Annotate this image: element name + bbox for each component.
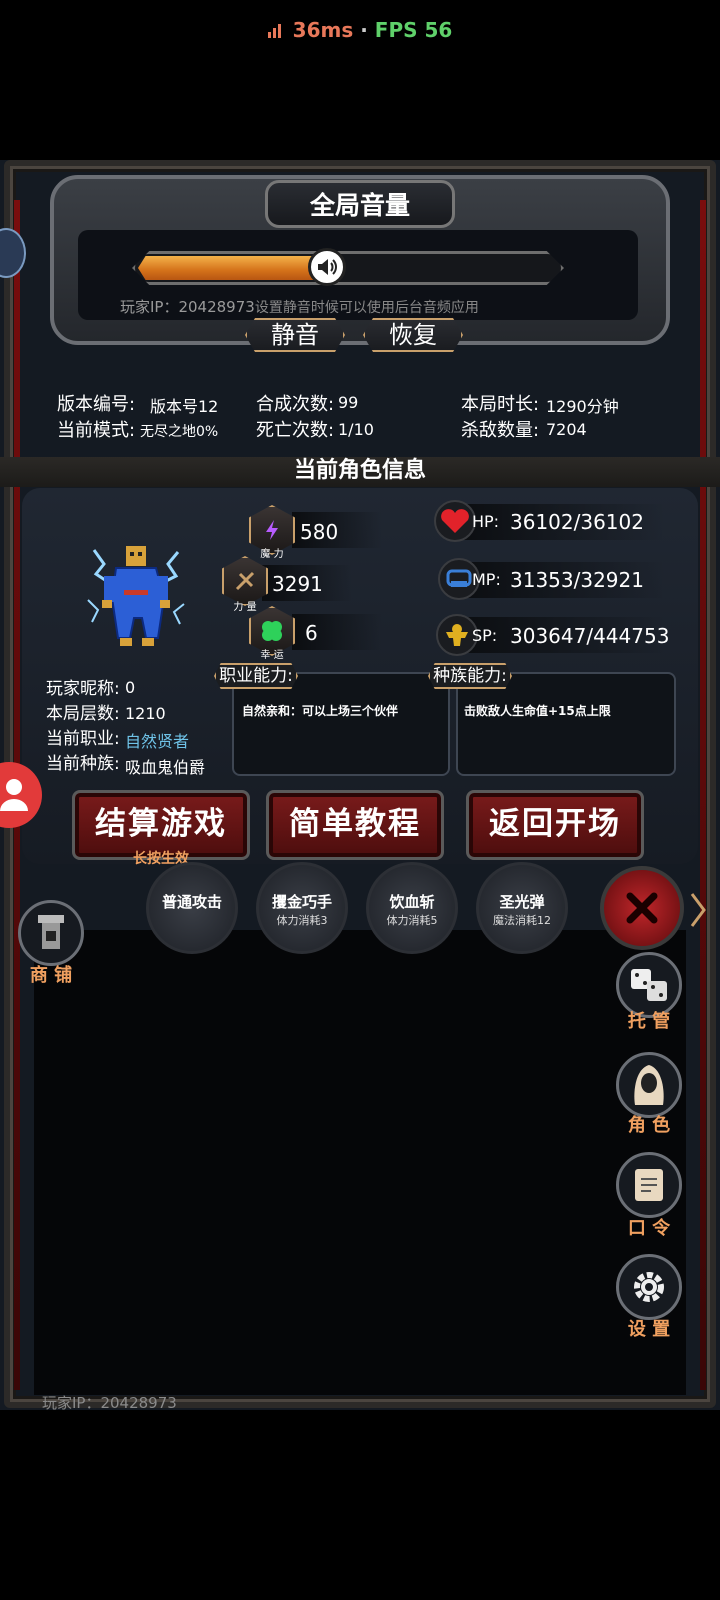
skill-holy-bolt[interactable]: 圣光弹 魔法消耗12 [476, 862, 568, 954]
user-icon [0, 779, 28, 811]
death-label: 死亡次数: [256, 420, 335, 441]
right-red-edge [700, 200, 706, 1390]
mute-hint-text: 设置静音时候可以使用后台音频应用 [254, 300, 479, 316]
shop-icon [38, 915, 64, 949]
skill-cost: 魔法消耗12 [493, 914, 551, 927]
kills-label: 杀敌数量: [461, 420, 540, 441]
code-button[interactable] [616, 1152, 682, 1218]
tutorial-button[interactable]: 简单教程 [266, 790, 444, 860]
sp-value: 303647/444753 [510, 624, 670, 648]
shop-label: 商 铺 [29, 965, 73, 986]
craft-value: 99 [338, 393, 359, 412]
network-status: 36ms · FPS 56 [0, 18, 720, 58]
role-button[interactable] [616, 1052, 682, 1118]
skill-normal-attack[interactable]: 普通攻击 [146, 862, 238, 954]
skill-name: 饮血斩 [389, 893, 435, 911]
hp-value: 36102/36102 [510, 510, 644, 534]
fps-text: FPS 56 [374, 18, 453, 42]
close-icon [626, 892, 658, 924]
job-label: 当前职业: [46, 729, 120, 749]
gear-icon [634, 1272, 664, 1302]
craft-label: 合成次数: [256, 394, 335, 415]
scroll-book-icon [635, 1169, 663, 1201]
code-label: 口 令 [627, 1218, 671, 1239]
kills-value: 7204 [546, 420, 587, 439]
dice-icon [631, 969, 667, 1001]
shop-button[interactable] [18, 900, 84, 966]
job-value: 自然贤者 [125, 732, 190, 751]
version-value: 版本号12 [150, 397, 219, 416]
vampire-character-icon [87, 546, 185, 646]
skill-cost: 体力消耗5 [386, 914, 438, 927]
return-start-button[interactable]: 返回开场 [466, 790, 644, 860]
power-value: 3291 [272, 572, 323, 596]
player-ip-overlay: 玩家IP：20428973 [120, 298, 255, 316]
settle-hint: 长按生效 [133, 851, 189, 867]
volume-hint: 玩家IP：20428973设置静音时候可以使用后台音频应用 [120, 296, 479, 317]
hp-label: HP: [472, 512, 500, 531]
mode-value: 无尽之地0% [140, 424, 219, 440]
ping-text: 36ms [292, 18, 354, 42]
role-label: 角 色 [627, 1115, 671, 1136]
race-ability-text: 击败敌人生命值+15点上限 [464, 704, 611, 718]
heart-icon [434, 500, 476, 542]
magic-value: 580 [300, 520, 339, 544]
character-sprite [86, 540, 186, 652]
skill-name: 圣光弹 [499, 893, 545, 911]
battle-area [34, 930, 686, 1395]
skill-name: 攫金巧手 [271, 893, 332, 911]
luck-label: 幸 运 [260, 650, 284, 661]
character-section-title: 当前角色信息 [293, 458, 426, 483]
volume-slider-knob[interactable] [308, 248, 346, 286]
volume-slider-fill [138, 256, 327, 280]
skill-name: 普通攻击 [161, 893, 222, 911]
volume-title: 全局音量 [309, 191, 410, 220]
signal-icon [267, 18, 293, 42]
nickname-value: 0 [125, 678, 136, 697]
nickname-label: 玩家昵称: [46, 679, 120, 699]
restore-button[interactable]: 恢复 [363, 318, 463, 352]
mode-label: 当前模式: [57, 420, 136, 441]
time-value: 1290分钟 [546, 397, 619, 416]
job-ability-text: 自然亲和：可以上场三个伙伴 [242, 704, 399, 718]
sp-label: SP: [472, 626, 498, 645]
mp-label: MP: [472, 570, 501, 589]
version-label: 版本编号: [57, 394, 136, 415]
race-label: 当前种族: [46, 754, 120, 774]
luck-value: 6 [305, 621, 318, 645]
floor-value: 1210 [125, 704, 166, 723]
settings-label: 设 置 [627, 1319, 671, 1340]
job-ability-tag: 职业能力: [214, 663, 298, 689]
mute-button[interactable]: 静音 [245, 318, 345, 352]
player-ip-footer: 玩家IP：20428973 [42, 1394, 177, 1412]
expand-arrow-icon[interactable] [688, 890, 708, 930]
status-separator: · [360, 18, 368, 42]
skill-gold-grab[interactable]: 攫金巧手 体力消耗3 [256, 862, 348, 954]
magic-label: 魔 力 [260, 549, 284, 560]
skill-blood-slash[interactable]: 饮血斩 体力消耗5 [366, 862, 458, 954]
mp-value: 31353/32921 [510, 568, 644, 592]
hooded-figure-icon [634, 1065, 664, 1105]
close-button[interactable] [600, 866, 684, 950]
settings-button[interactable] [616, 1254, 682, 1320]
auto-play-label: 托 管 [627, 1011, 671, 1032]
floor-label: 本局层数: [46, 704, 120, 724]
speaker-icon [318, 259, 337, 275]
race-ability-tag: 种族能力: [428, 663, 512, 689]
race-value: 吸血鬼伯爵 [125, 758, 206, 777]
time-label: 本局时长: [461, 394, 540, 415]
power-label: 力 量 [233, 602, 257, 613]
skill-cost: 体力消耗3 [276, 914, 328, 927]
death-value: 1/10 [338, 420, 374, 439]
